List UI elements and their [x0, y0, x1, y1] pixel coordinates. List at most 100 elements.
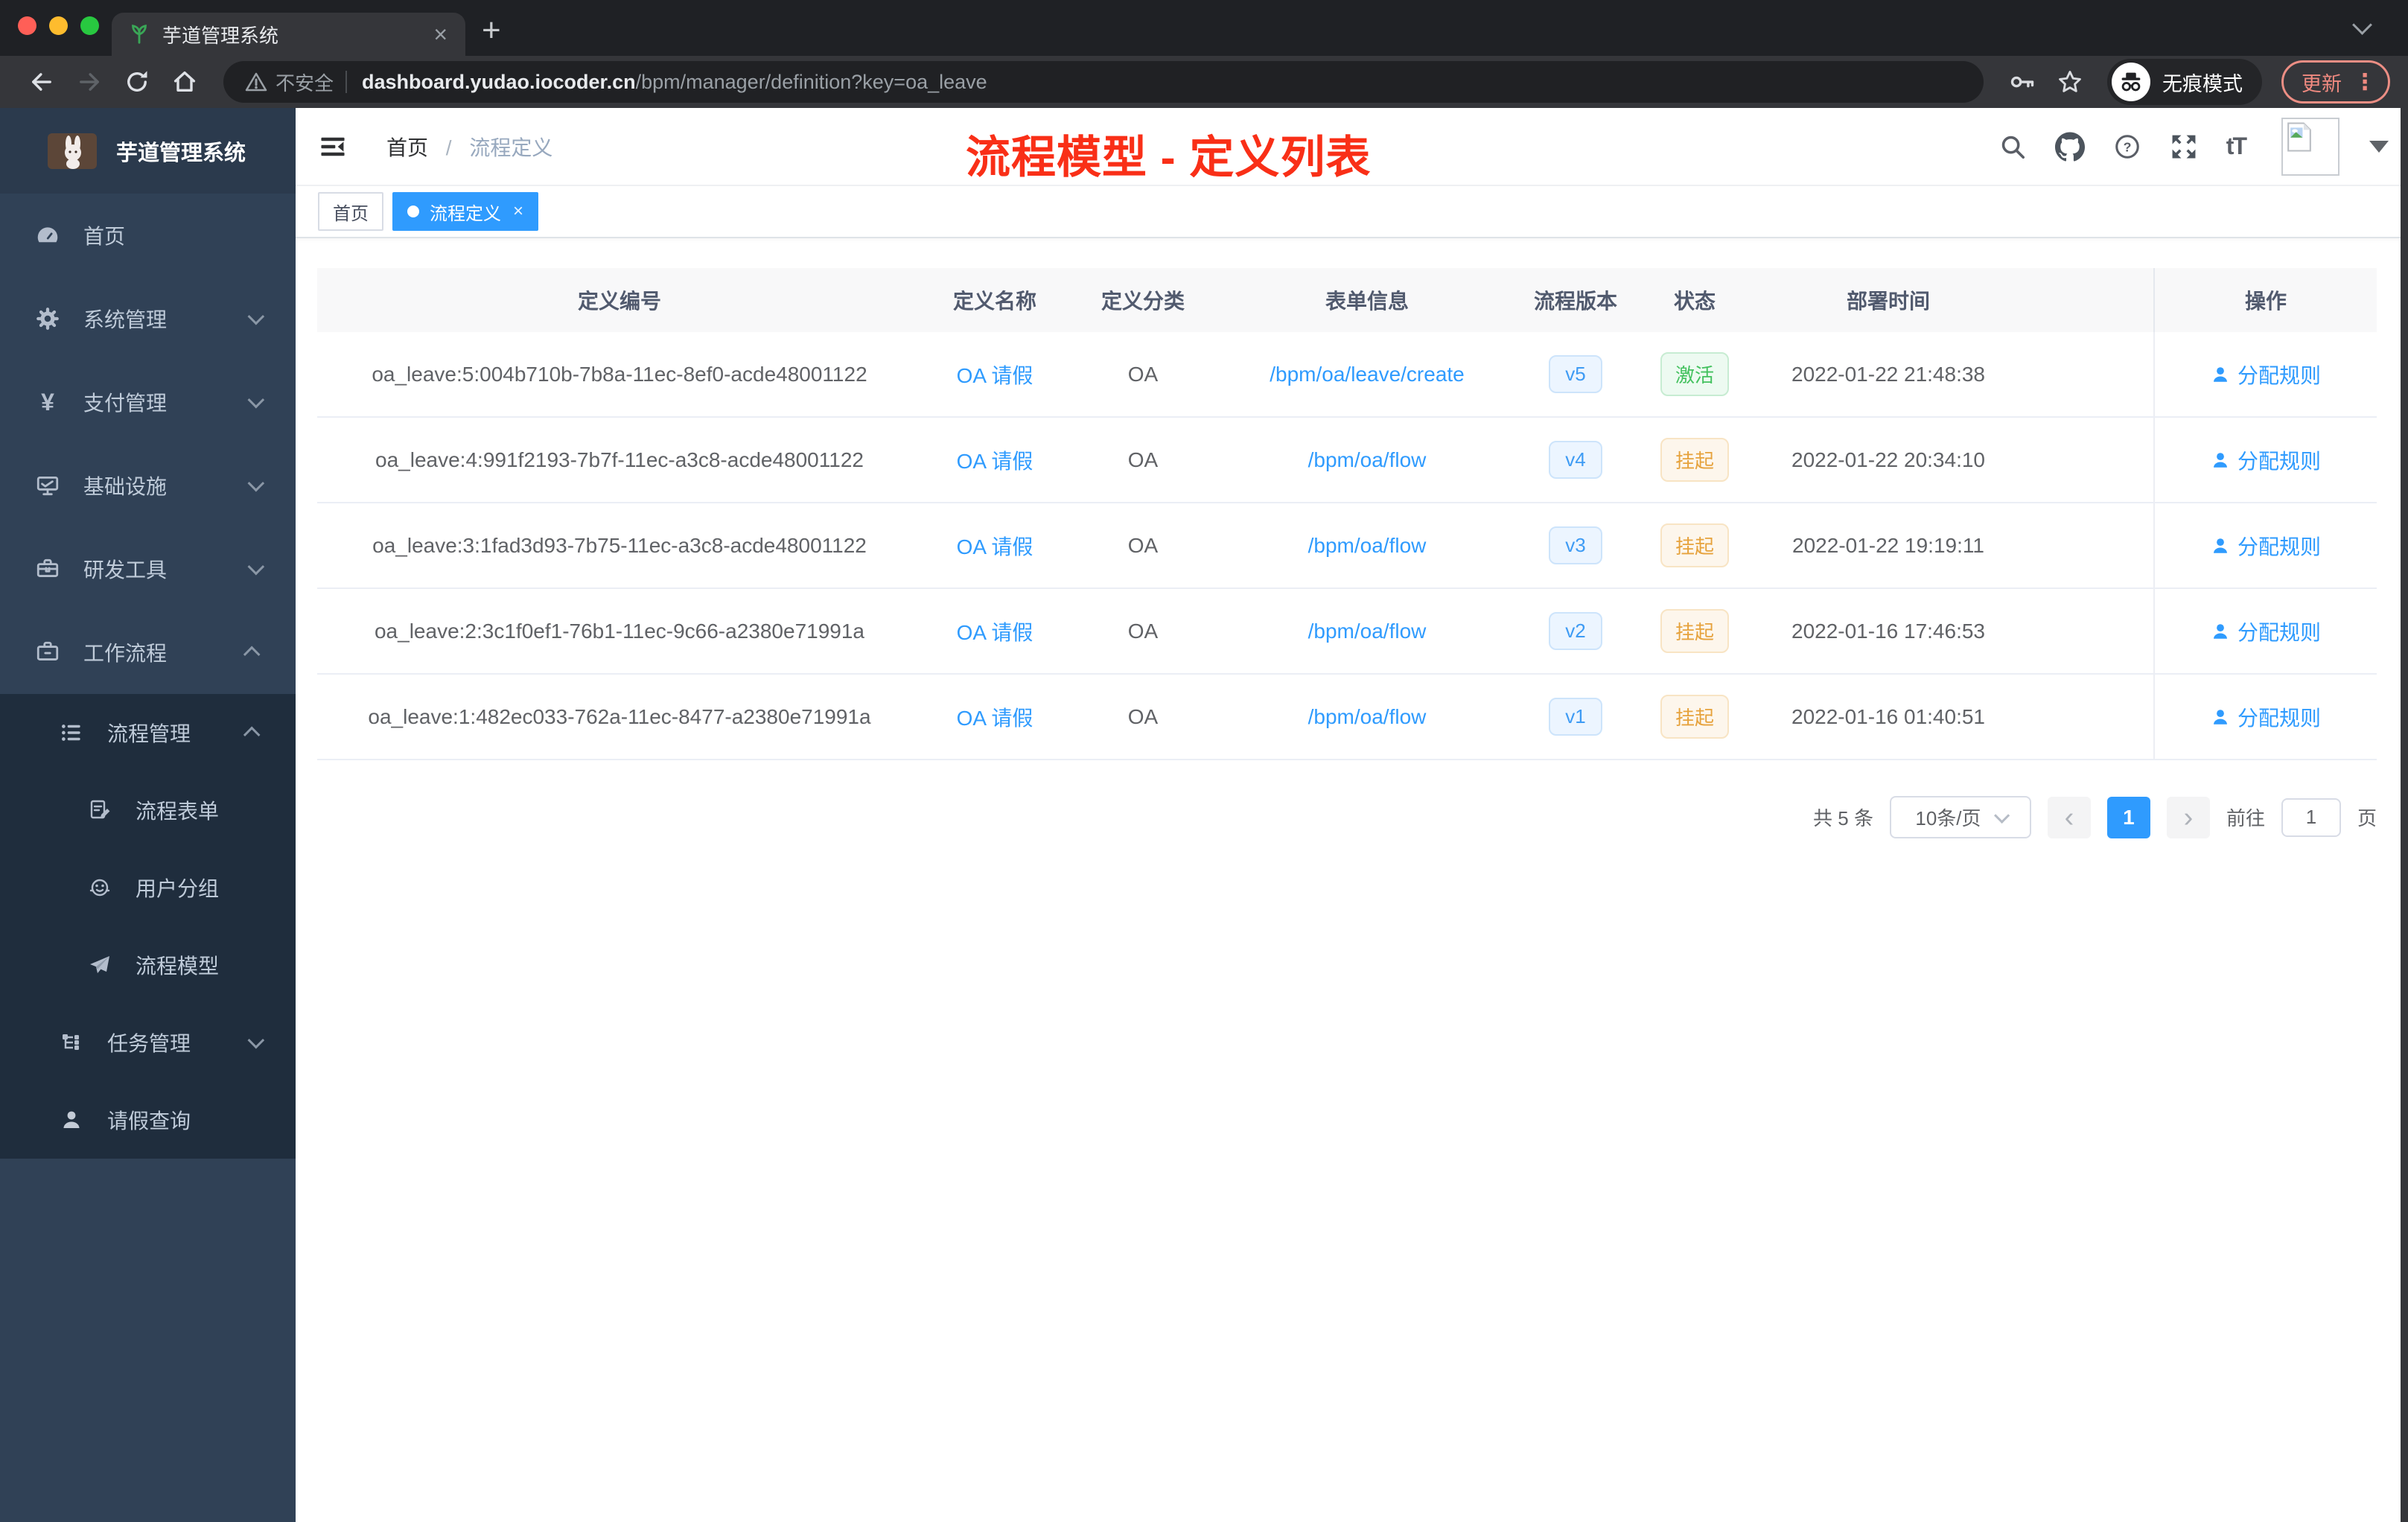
window-minimize-button[interactable]: [49, 16, 68, 35]
bookmark-star-icon[interactable]: [2057, 69, 2083, 95]
column-header: 定义编号: [577, 290, 661, 313]
version-badge: v4: [1549, 441, 1602, 479]
github-icon[interactable]: [2054, 131, 2085, 162]
sidebar-item-process-model[interactable]: 流程模型: [0, 926, 296, 1004]
tab-close-icon[interactable]: ×: [429, 22, 452, 46]
current-page-button[interactable]: 1: [2106, 796, 2150, 838]
row-filler: [2022, 332, 2153, 416]
avatar[interactable]: [2281, 117, 2339, 176]
chevron-down-icon: [247, 308, 265, 325]
assign-rule-link[interactable]: 分配规则: [2211, 702, 2321, 732]
browser-tab[interactable]: 芋道管理系统 ×: [112, 13, 465, 56]
yen-icon: ¥: [41, 388, 54, 415]
back-button[interactable]: [28, 69, 55, 95]
row-filler: [2022, 589, 2153, 673]
reload-button[interactable]: [124, 69, 150, 95]
next-page-button[interactable]: ›: [2166, 796, 2210, 838]
chevron-down-icon: [1993, 807, 2010, 824]
definition-id: oa_leave:1:482ec033-762a-11ec-8477-a2380…: [368, 704, 871, 728]
window-zoom-button[interactable]: [80, 16, 99, 35]
address-bar[interactable]: 不安全 dashboard.yudao.iocoder.cn/bpm/manag…: [223, 61, 1984, 103]
app-logo[interactable]: 芋道管理系统: [0, 108, 296, 194]
menu-label: 请假查询: [107, 1109, 191, 1133]
tags-view-bar: 首页 流程定义 ×: [296, 186, 2408, 238]
prev-page-button[interactable]: ‹: [2047, 796, 2091, 838]
column-header: 定义名称: [952, 290, 1036, 313]
sidebar-item-leave-query[interactable]: 请假查询: [0, 1081, 296, 1159]
version-badge: v5: [1549, 355, 1602, 393]
sidebar-toggle-icon[interactable]: [318, 132, 348, 162]
dashboard-icon: [34, 223, 61, 248]
fullscreen-icon[interactable]: [2170, 133, 2198, 161]
update-label[interactable]: 更新: [2302, 68, 2342, 97]
page-size-select[interactable]: 10条/页: [1889, 796, 2031, 838]
goto-page-input[interactable]: [2281, 797, 2341, 837]
table-row: oa_leave:4:991f2193-7b7f-11ec-a3c8-acde4…: [317, 418, 2377, 503]
breadcrumb-home[interactable]: 首页: [386, 136, 428, 159]
form-link[interactable]: /bpm/oa/flow: [1308, 534, 1427, 558]
incognito-label: 无痕模式: [2162, 72, 2243, 95]
search-icon[interactable]: [1998, 133, 2027, 161]
url-host: dashboard.yudao.iocoder.cn: [362, 70, 636, 93]
sidebar-item-user-group[interactable]: 用户分组: [0, 849, 296, 926]
tag-process-definition[interactable]: 流程定义 ×: [392, 192, 539, 231]
column-header-filler: [2022, 268, 2153, 332]
definition-name-link[interactable]: OA 请假: [957, 617, 1033, 646]
assign-rule-link[interactable]: 分配规则: [2211, 617, 2321, 646]
annotation-overlay: 流程模型 - 定义列表: [966, 133, 1372, 182]
assign-rule-link[interactable]: 分配规则: [2211, 445, 2321, 475]
table-body: oa_leave:5:004b710b-7b8a-11ec-8ef0-acde4…: [317, 332, 2377, 760]
update-button[interactable]: 更新 ⋮: [2281, 60, 2390, 104]
avatar-dropdown-caret-icon[interactable]: [2369, 140, 2389, 153]
definition-name-link[interactable]: OA 请假: [957, 360, 1033, 389]
security-label[interactable]: 不安全: [275, 69, 334, 96]
tag-home[interactable]: 首页: [318, 192, 383, 231]
definition-name-link[interactable]: OA 请假: [957, 531, 1033, 561]
column-header: 状态: [1673, 290, 1716, 313]
deploy-time: 2022-01-16 01:40:51: [1791, 704, 1985, 728]
font-size-icon[interactable]: tT: [2226, 133, 2247, 160]
assign-rule-link[interactable]: 分配规则: [2211, 360, 2321, 389]
status-badge: 挂起: [1660, 609, 1729, 653]
menu-label: 流程模型: [136, 955, 220, 978]
status-badge: 挂起: [1660, 523, 1729, 567]
new-tab-button[interactable]: +: [482, 14, 501, 47]
chevron-down-icon: [247, 1031, 265, 1049]
form-link[interactable]: /bpm/oa/flow: [1308, 448, 1427, 472]
sidebar-item-system[interactable]: 系统管理: [0, 277, 296, 360]
definition-name-link[interactable]: OA 请假: [957, 702, 1033, 732]
tag-close-icon[interactable]: ×: [513, 201, 523, 222]
password-key-icon[interactable]: [2009, 69, 2036, 95]
status-badge: 挂起: [1660, 695, 1729, 739]
form-link[interactable]: /bpm/oa/flow: [1308, 620, 1427, 643]
list-icon: [58, 720, 85, 745]
table-row: oa_leave:5:004b710b-7b8a-11ec-8ef0-acde4…: [317, 332, 2377, 418]
favicon-plant-icon: [128, 23, 150, 45]
form-link[interactable]: /bpm/oa/leave/create: [1270, 363, 1465, 386]
definition-table: 定义编号 定义名称 定义分类 表单信息 流程版本 状态 部署时间 操作 oa_l…: [317, 268, 2377, 760]
sidebar-menu: 首页 系统管理 ¥ 支付管理 基础设施 研发工具 工作流程 流程管理 流程表单 …: [0, 194, 296, 1159]
sidebar-item-payment[interactable]: ¥ 支付管理: [0, 360, 296, 444]
status-badge: 挂起: [1660, 438, 1729, 482]
sidebar-item-infrastructure[interactable]: 基础设施: [0, 444, 296, 527]
menu-kebab-icon[interactable]: ⋮: [2354, 69, 2376, 95]
tab-search-icon[interactable]: [2352, 15, 2372, 36]
row-filler: [2022, 503, 2153, 588]
sidebar-item-home[interactable]: 首页: [0, 194, 296, 277]
sidebar-item-process-manage[interactable]: 流程管理: [0, 694, 296, 771]
sidebar-item-task-manage[interactable]: 任务管理: [0, 1004, 296, 1081]
breadcrumb-separator: /: [445, 136, 452, 159]
browser-toolbar: 不安全 dashboard.yudao.iocoder.cn/bpm/manag…: [0, 56, 2408, 108]
sidebar-item-devtools[interactable]: 研发工具: [0, 527, 296, 611]
help-icon[interactable]: ?: [2113, 133, 2141, 161]
column-header: 定义分类: [1101, 290, 1185, 313]
forward-button[interactable]: [76, 69, 103, 95]
form-link[interactable]: /bpm/oa/flow: [1308, 705, 1427, 729]
window-close-button[interactable]: [18, 16, 36, 35]
sidebar-item-workflow[interactable]: 工作流程: [0, 611, 296, 694]
menu-label: 流程表单: [136, 800, 220, 823]
sidebar-item-process-form[interactable]: 流程表单: [0, 771, 296, 849]
assign-rule-link[interactable]: 分配规则: [2211, 531, 2321, 561]
definition-name-link[interactable]: OA 请假: [957, 445, 1033, 475]
home-button[interactable]: [171, 69, 198, 95]
